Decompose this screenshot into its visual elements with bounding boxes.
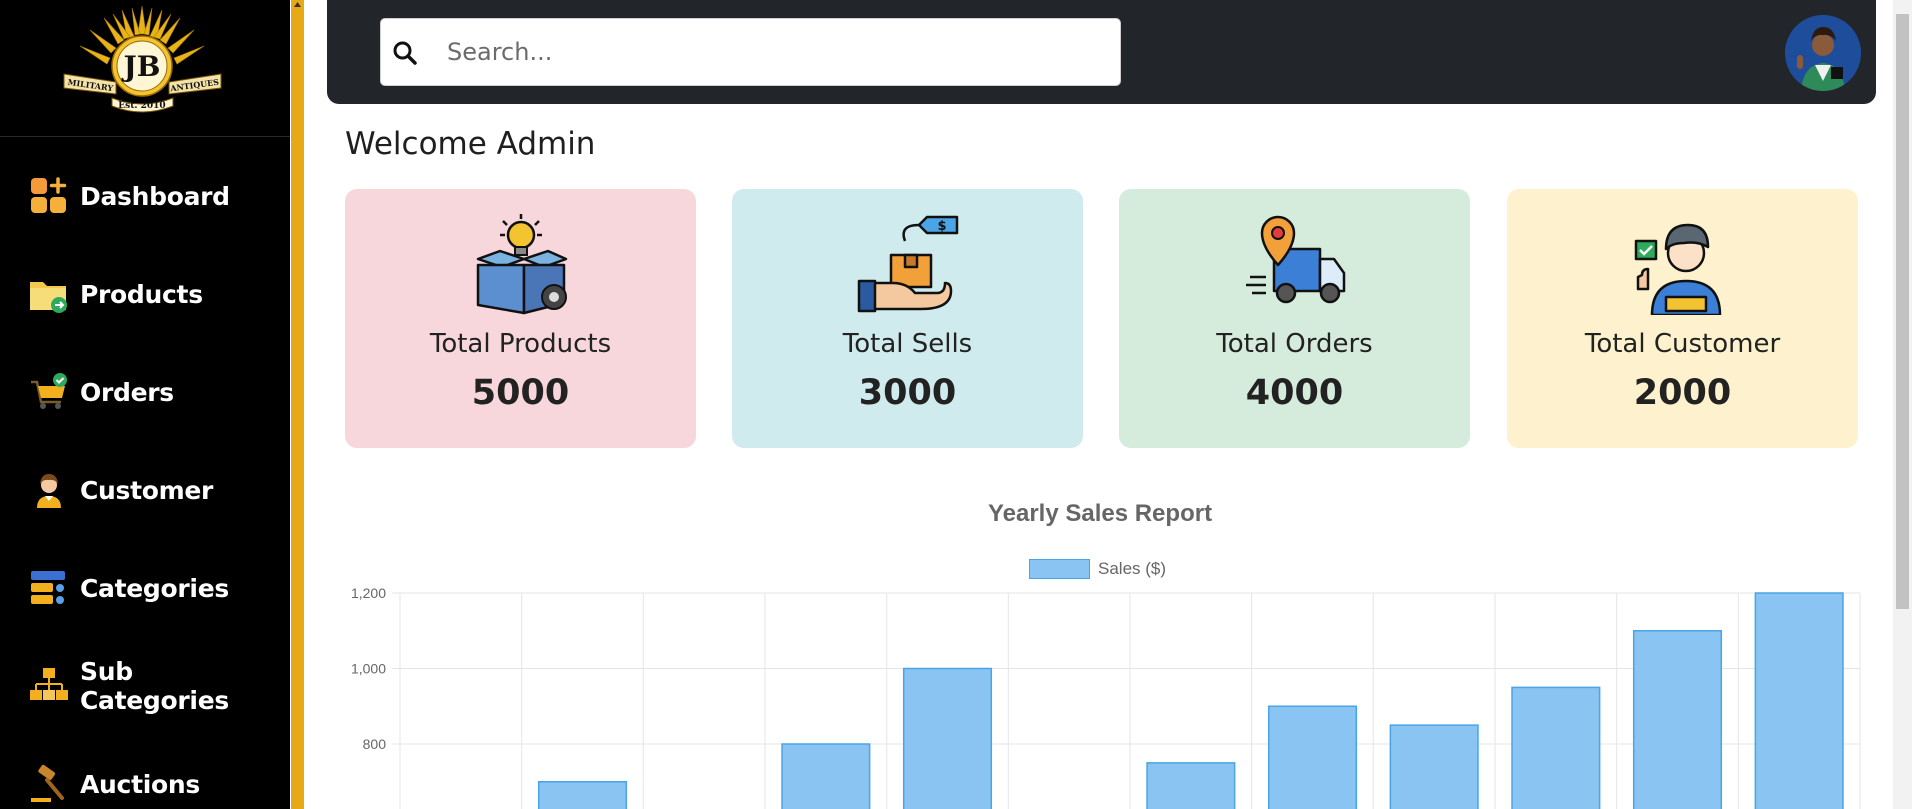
customer-person-icon [1634, 223, 1722, 315]
chart-bar[interactable] [1511, 686, 1601, 809]
y-tick-label: 1,000 [351, 661, 386, 677]
sidebar-item-orders[interactable]: Orders [0, 362, 290, 422]
chart-bar[interactable] [902, 667, 993, 809]
stat-card-total-sells[interactable]: $ Total Sells 3000 [732, 189, 1083, 448]
hand-box-tag-icon: $ [857, 215, 959, 313]
stat-card-total-orders[interactable]: Total Orders 4000 [1119, 189, 1470, 448]
card-value: 5000 [471, 373, 570, 413]
user-avatar[interactable] [1785, 15, 1861, 91]
card-title: Total Products [429, 329, 612, 359]
customer-icon [37, 474, 61, 508]
card-value: 2000 [1633, 373, 1732, 413]
sidebar-scrollbar[interactable] [291, 0, 304, 809]
sidebar-item-sub-categories[interactable]: Sub Categories [0, 656, 290, 716]
orders-cart-icon [31, 373, 67, 409]
card-title: Total Customer [1584, 329, 1781, 359]
card-title: Total Sells [842, 329, 973, 359]
chart-bar[interactable] [781, 743, 871, 809]
sidebar-item-label: Dashboard [80, 181, 230, 211]
chart-bar[interactable] [1754, 592, 1844, 809]
search-icon[interactable] [392, 40, 418, 66]
dashboard-icon [31, 177, 67, 213]
sidebar-item-auctions[interactable]: Auctions [0, 754, 290, 809]
sales-bar-chart: 1,200 1,000 800 [351, 585, 1861, 809]
card-title: Total Orders [1216, 329, 1373, 359]
logo-est-text: Est. 2010 [118, 101, 165, 111]
sidebar-item-customer[interactable]: Customer [0, 460, 290, 520]
chart-bar[interactable] [1389, 724, 1479, 809]
chart-bar[interactable] [537, 781, 628, 809]
svg-text:$: $ [937, 219, 946, 234]
logo-area: JB MILITARY ANTIQUES Est. 2010 [0, 0, 290, 137]
page-scrollbar-thumb[interactable] [1896, 14, 1909, 609]
chart-bar[interactable] [1267, 705, 1358, 809]
page-title: Welcome Admin [345, 126, 596, 162]
scroll-up-arrow-icon[interactable] [293, 0, 302, 9]
sidebar-item-label: Customer [80, 475, 214, 505]
logo-monogram: JB [121, 50, 161, 83]
sub-categories-icon [30, 668, 68, 700]
y-tick-label: 800 [363, 736, 387, 752]
chart-bar[interactable] [1146, 762, 1236, 809]
sidebar-item-categories[interactable]: Categories [0, 558, 290, 618]
products-folder-icon [30, 282, 67, 313]
box-lightbulb-icon [476, 214, 568, 315]
sidebar-item-label: Orders [80, 377, 174, 407]
jb-military-antiques-logo[interactable]: JB MILITARY ANTIQUES Est. 2010 [60, 4, 225, 116]
auction-gavel-icon [31, 764, 64, 802]
card-value: 4000 [1245, 373, 1344, 413]
categories-icon [31, 571, 65, 604]
y-tick-label: 1,200 [351, 585, 386, 601]
search-input[interactable] [447, 24, 1107, 80]
sidebar-item-label: Categories [80, 573, 229, 603]
chart-title: Yearly Sales Report [987, 500, 1213, 527]
sidebar-item-label: Sub Categories [80, 657, 229, 715]
sidebar-item-label: Auctions [80, 769, 200, 799]
stat-card-total-products[interactable]: Total Products 5000 [345, 189, 696, 448]
delivery-truck-icon [1246, 215, 1346, 304]
card-value: 3000 [858, 373, 957, 413]
sidebar-item-products[interactable]: Products [0, 264, 290, 324]
stat-card-total-customer[interactable]: Total Customer 2000 [1507, 189, 1858, 448]
sidebar-item-dashboard[interactable]: Dashboard [0, 166, 290, 226]
sidebar: JB MILITARY ANTIQUES Est. 2010 Dashboard… [0, 0, 290, 809]
chart-bar[interactable] [1632, 630, 1723, 809]
sidebar-item-label: Products [80, 279, 203, 309]
